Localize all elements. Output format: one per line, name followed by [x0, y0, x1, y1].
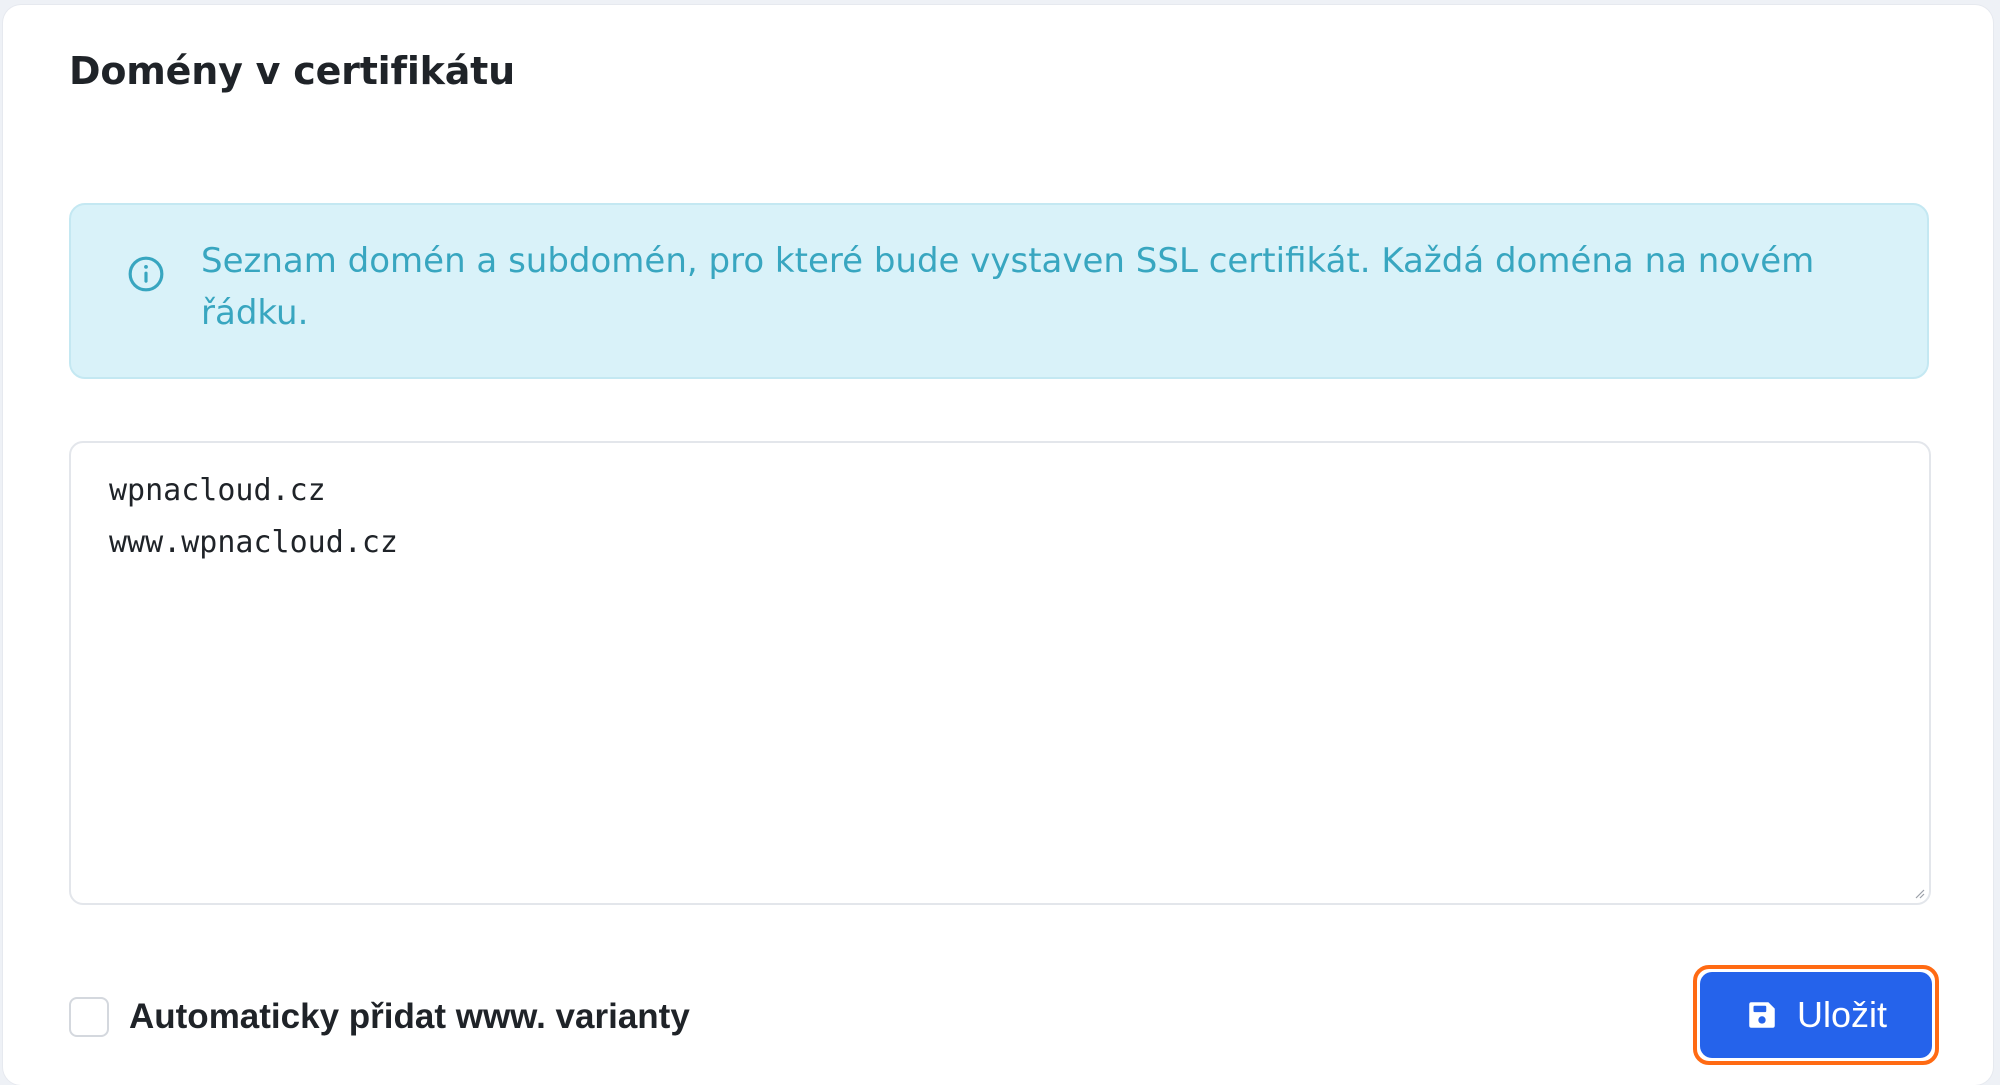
- card-title: Domény v certifikátu: [69, 49, 515, 93]
- info-alert: Seznam domén a subdomén, pro které bude …: [69, 203, 1929, 379]
- save-button-label: Uložit: [1796, 994, 1888, 1035]
- domains-textarea[interactable]: wpnacloud.cz www.wpnacloud.cz: [69, 441, 1931, 905]
- auto-www-label[interactable]: Automaticky přidat www. varianty: [129, 991, 690, 1043]
- floppy-disk-icon: [1749, 1002, 1775, 1028]
- certificate-domains-card: Domény v certifikátu Seznam domén a subd…: [3, 5, 1993, 1085]
- auto-www-checkbox[interactable]: [69, 997, 109, 1037]
- alert-message: Seznam domén a subdomén, pro které bude …: [201, 241, 1815, 333]
- resize-handle-icon[interactable]: [1913, 887, 1925, 899]
- info-circle-icon: [128, 256, 164, 292]
- save-button[interactable]: Uložit: [1700, 972, 1932, 1058]
